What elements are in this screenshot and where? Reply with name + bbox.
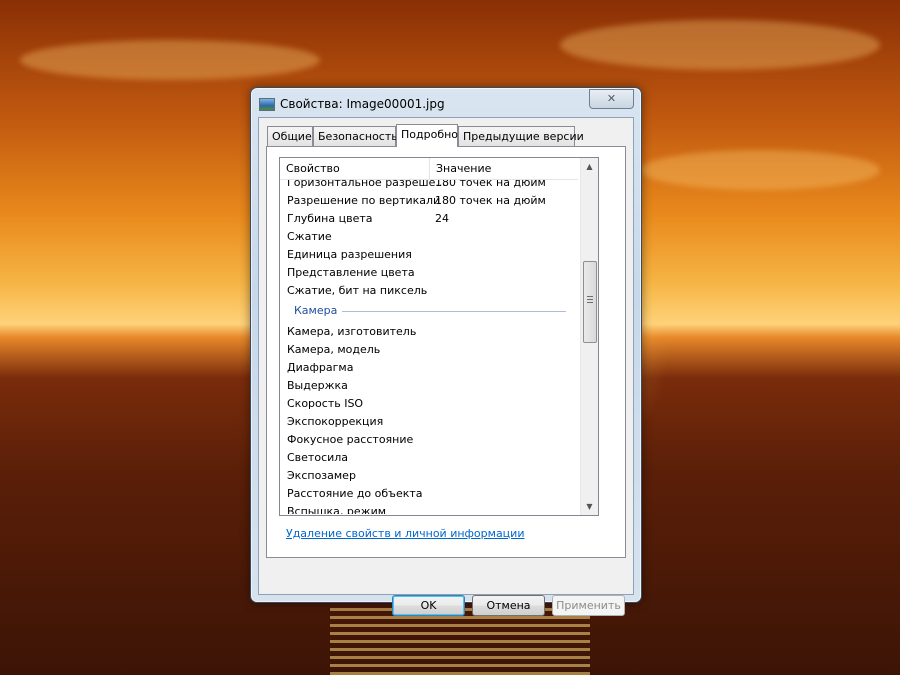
property-name: Единица разрешения	[287, 248, 412, 261]
property-name: Фокусное расстояние	[287, 433, 414, 446]
group-header-camera: Камера	[280, 301, 578, 321]
tab-previous-versions[interactable]: Предыдущие версии	[458, 126, 584, 146]
scroll-up-arrow-icon[interactable]: ▲	[581, 158, 598, 175]
scroll-thumb[interactable]	[583, 261, 597, 343]
list-row[interactable]: Выдержка	[280, 377, 578, 395]
title-bar[interactable]: Свойства: Image00001.jpg ✕	[251, 88, 641, 118]
dialog-body: Общие Безопасность Подробно Предыдущие в…	[258, 117, 634, 616]
property-name: Сжатие	[287, 230, 332, 243]
cloud	[560, 20, 880, 70]
window-title: Свойства: Image00001.jpg	[280, 97, 445, 111]
list-row[interactable]: Глубина цвета 24	[280, 210, 578, 228]
close-button[interactable]: ✕	[589, 89, 634, 109]
property-name: Светосила	[287, 451, 349, 464]
list-row[interactable]: Сжатие	[280, 228, 578, 246]
ok-button[interactable]: OK	[392, 595, 465, 616]
image-file-icon	[259, 98, 275, 111]
list-row[interactable]: Светосила	[280, 449, 578, 467]
group-divider	[342, 311, 566, 312]
property-name: Разрешение по вертикали	[287, 194, 441, 207]
tab-general[interactable]: Общие	[267, 126, 313, 146]
vertical-scrollbar[interactable]: ▲ ▼	[580, 158, 598, 515]
properties-dialog: Свойства: Image00001.jpg ✕ Общие Безопас…	[250, 87, 642, 616]
property-name: Камера, модель	[287, 343, 381, 356]
list-row[interactable]: Представление цвета	[280, 264, 578, 282]
list-row[interactable]: Расстояние до объекта	[280, 485, 578, 503]
property-name: Вспышка, режим	[287, 505, 387, 514]
list-header: Свойство Значение	[280, 158, 578, 180]
list-row[interactable]: Экспозамер	[280, 467, 578, 485]
property-name: Расстояние до объекта	[287, 487, 423, 500]
property-value: 180 точек на дюйм	[435, 194, 546, 207]
list-row[interactable]: Камера, модель	[280, 341, 578, 359]
property-name: Экспозамер	[287, 469, 356, 482]
scroll-down-arrow-icon[interactable]: ▼	[581, 498, 598, 515]
list-row[interactable]: Экспокоррекция	[280, 413, 578, 431]
property-name: Выдержка	[287, 379, 348, 392]
details-tab-page: Свойство Значение Горизонтальное разреше…	[266, 146, 626, 558]
property-name: Диафрагма	[287, 361, 354, 374]
list-row[interactable]: Сжатие, бит на пиксель	[280, 282, 578, 300]
column-header-property[interactable]: Свойство	[280, 158, 430, 179]
list-row[interactable]: Вспышка, режим	[280, 503, 578, 514]
apply-button[interactable]: Применить	[552, 595, 625, 616]
property-name: Сжатие, бит на пиксель	[287, 284, 428, 297]
property-name: Горизонтальное разреше...	[287, 180, 446, 189]
list-rows: Горизонтальное разреше... 180 точек на д…	[280, 180, 578, 514]
list-row[interactable]: Горизонтальное разреше... 180 точек на д…	[280, 180, 578, 192]
list-row[interactable]: Единица разрешения	[280, 246, 578, 264]
property-value: 24	[435, 212, 449, 225]
cloud	[640, 150, 880, 190]
property-name: Экспокоррекция	[287, 415, 384, 428]
cloud	[20, 40, 320, 80]
list-row[interactable]: Скорость ISO	[280, 395, 578, 413]
list-row[interactable]: Камера, изготовитель	[280, 323, 578, 341]
remove-properties-link[interactable]: Удаление свойств и личной информации	[286, 527, 524, 540]
list-row[interactable]: Фокусное расстояние	[280, 431, 578, 449]
property-name: Камера, изготовитель	[287, 325, 417, 338]
column-header-value[interactable]: Значение	[430, 158, 578, 179]
tab-security[interactable]: Безопасность	[313, 126, 398, 146]
property-value: 180 точек на дюйм	[435, 180, 546, 189]
grip-icon	[587, 296, 593, 304]
list-row[interactable]: Диафрагма	[280, 359, 578, 377]
list-row[interactable]: Разрешение по вертикали 180 точек на дюй…	[280, 192, 578, 210]
property-name: Скорость ISO	[287, 397, 364, 410]
properties-list[interactable]: Свойство Значение Горизонтальное разреше…	[279, 157, 599, 516]
cancel-button[interactable]: Отмена	[472, 595, 545, 616]
group-label: Камера	[294, 304, 338, 317]
property-name: Глубина цвета	[287, 212, 373, 225]
tab-details[interactable]: Подробно	[396, 124, 458, 147]
property-name: Представление цвета	[287, 266, 415, 279]
